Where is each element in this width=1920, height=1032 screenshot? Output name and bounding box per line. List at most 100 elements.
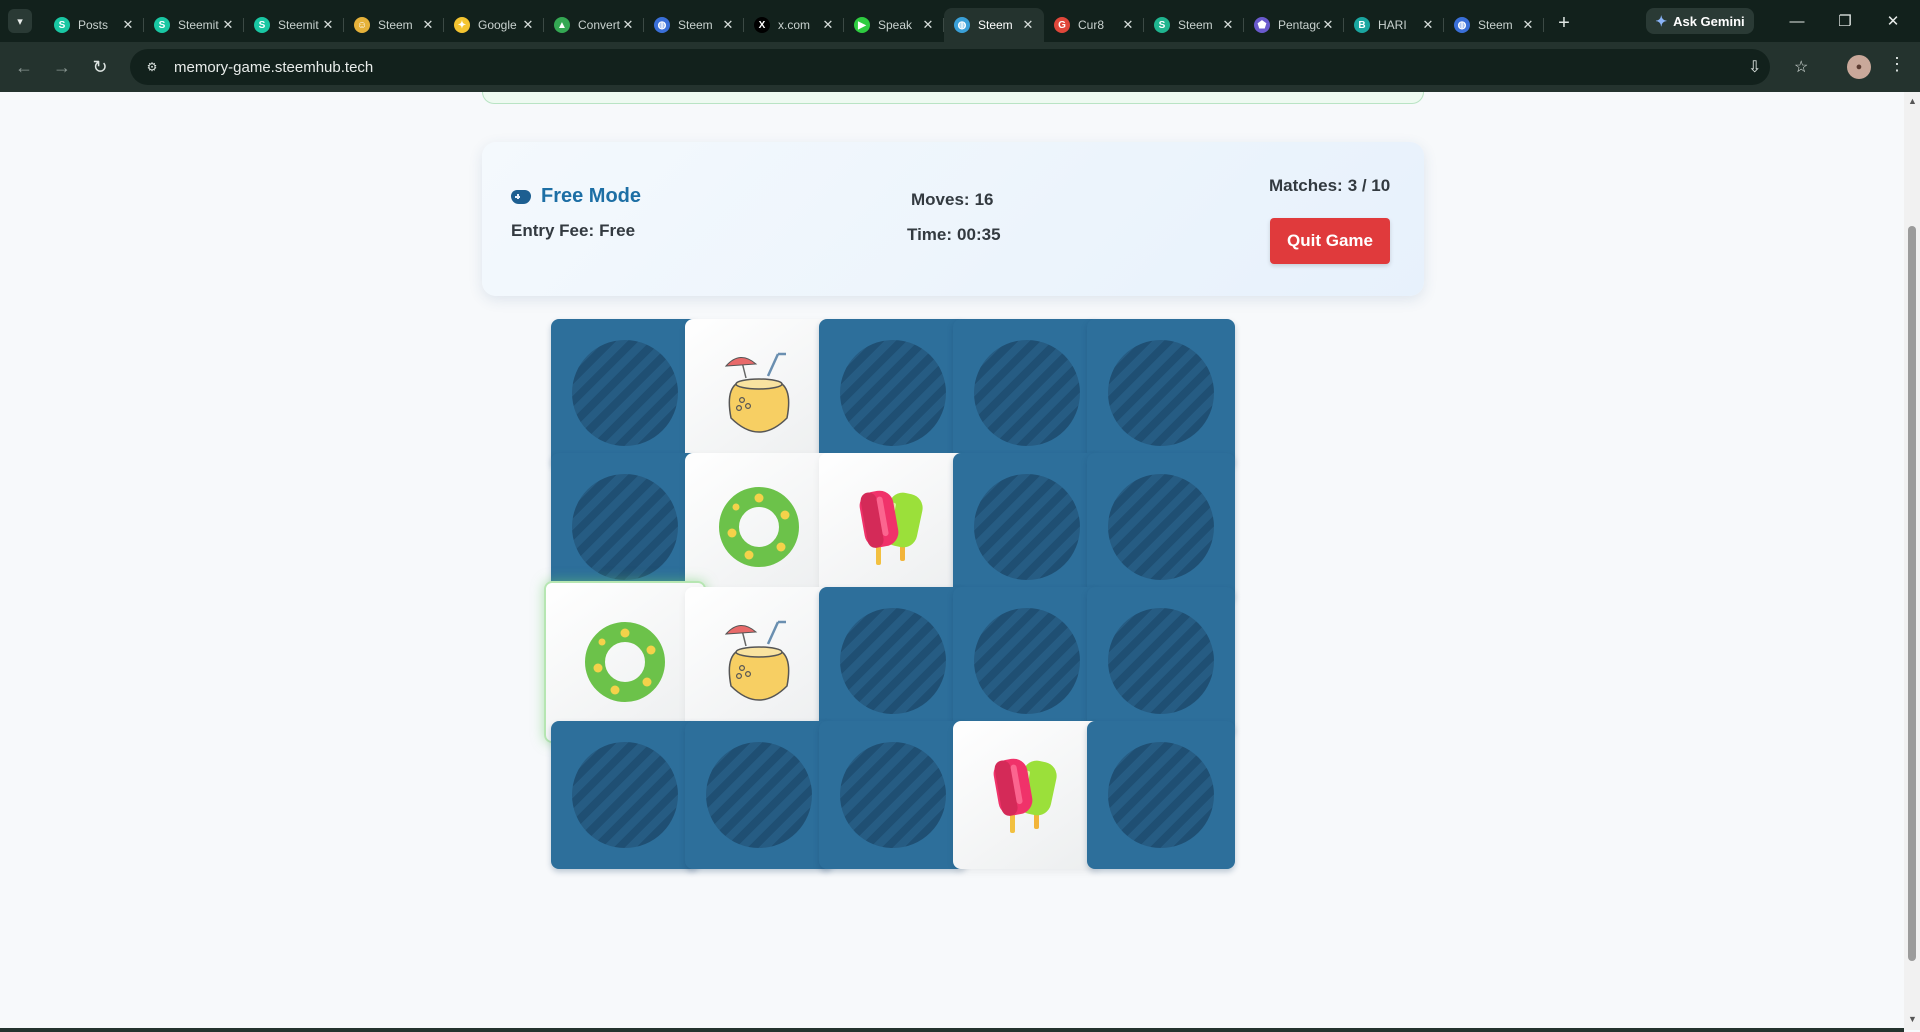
matches-label: Matches: — [1269, 176, 1343, 195]
browser-tab[interactable]: S Steemit ✕ — [144, 8, 244, 42]
card-popsicle[interactable] — [819, 453, 967, 601]
minimize-button[interactable]: — — [1774, 0, 1820, 42]
tab-strip: S Posts ✕ S Steemit ✕ S Steemit ✕ ☺ Steem ✕ ✦ Google ✕… — [44, 0, 1544, 42]
card-back-pattern — [974, 608, 1080, 714]
close-tab-icon[interactable]: ✕ — [1320, 17, 1336, 33]
restore-button[interactable]: ❐ — [1822, 0, 1868, 42]
ask-gemini-button[interactable]: ✦ Ask Gemini — [1646, 8, 1754, 34]
gamepad-icon — [511, 189, 531, 204]
card-face-down[interactable] — [551, 721, 699, 869]
close-tab-icon[interactable]: ✕ — [1120, 17, 1136, 33]
url-text[interactable]: memory-game.steemhub.tech — [174, 59, 373, 76]
browser-tab[interactable]: ⬟ Pentagon✕ — [1244, 8, 1344, 42]
scrollbar-thumb[interactable] — [1908, 226, 1916, 961]
close-tab-icon[interactable]: ✕ — [1020, 17, 1036, 33]
browser-tab[interactable]: G Cur8 ✕ — [1044, 8, 1144, 42]
new-tab-button[interactable]: + — [1550, 9, 1578, 37]
tab-title: Steemit — [178, 18, 219, 32]
browser-tab[interactable]: S Posts ✕ — [44, 8, 144, 42]
close-tab-icon[interactable]: ✕ — [520, 17, 536, 33]
time-value: 00:35 — [957, 225, 1001, 244]
entry-fee-label: Entry Fee: — [511, 221, 595, 240]
address-bar[interactable]: ⚙ memory-game.steemhub.tech ⇩ — [130, 49, 1770, 85]
card-back-pattern — [1108, 474, 1214, 580]
card-face-down[interactable] — [819, 319, 967, 467]
card-swim-ring[interactable] — [544, 581, 706, 743]
browser-tab[interactable]: ☺ Steem ✕ — [344, 8, 444, 42]
browser-tab[interactable]: ▲ Converter✕ — [544, 8, 644, 42]
card-face-down[interactable] — [819, 721, 967, 869]
card-face-down[interactable] — [1087, 721, 1235, 869]
card-face-down[interactable] — [953, 319, 1101, 467]
gemini-sparkle-icon: ✦ — [1655, 12, 1668, 29]
card-face-down[interactable] — [1087, 587, 1235, 735]
card-coconut-drink[interactable] — [685, 587, 833, 735]
browser-tab[interactable]: ✦ Google ✕ — [444, 8, 544, 42]
tab-search-button[interactable]: ▾ — [8, 9, 32, 33]
close-tab-icon[interactable]: ✕ — [620, 17, 636, 33]
steem-s-icon: S — [1154, 17, 1170, 33]
game-mode-label: Free Mode — [541, 185, 642, 207]
card-popsicle[interactable] — [953, 721, 1101, 869]
pentagon-icon: ⬟ — [1254, 17, 1270, 33]
close-tab-icon[interactable]: ✕ — [320, 17, 336, 33]
card-back-pattern — [840, 608, 946, 714]
browser-toolbar: ← → ↻ ⚙ memory-game.steemhub.tech ⇩ ☆ ● … — [0, 42, 1920, 92]
browser-tab[interactable]: S Steem ✕ — [1144, 8, 1244, 42]
close-tab-icon[interactable]: ✕ — [220, 17, 236, 33]
close-window-button[interactable]: ✕ — [1870, 0, 1916, 42]
page-scrollbar[interactable]: ▲ ▼ — [1904, 92, 1920, 1030]
tab-title: Google — [478, 18, 517, 32]
tab-title: Converter — [578, 18, 620, 32]
game-mode: Free Mode — [511, 185, 641, 208]
quit-game-button[interactable]: Quit Game — [1270, 218, 1390, 264]
browser-tab[interactable]: ◍ Steem ✕ — [644, 8, 744, 42]
card-face-down[interactable] — [1087, 453, 1235, 601]
close-tab-icon[interactable]: ✕ — [920, 17, 936, 33]
card-board — [544, 319, 1355, 968]
card-back-pattern — [840, 340, 946, 446]
card-face-down[interactable] — [551, 319, 699, 467]
browser-tab[interactable]: ▶ Speak ✕ — [844, 8, 944, 42]
card-face-down[interactable] — [953, 453, 1101, 601]
card-back-pattern — [572, 474, 678, 580]
scroll-down-arrow-icon[interactable]: ▼ — [1908, 1014, 1917, 1024]
matches-counter: Matches: 3 / 10 — [1269, 176, 1390, 196]
globe-icon: ◍ — [1454, 17, 1470, 33]
card-face-down[interactable] — [551, 453, 699, 601]
install-app-icon[interactable]: ⇩ — [1748, 57, 1761, 77]
site-settings-icon[interactable]: ⚙ — [142, 57, 162, 77]
card-face-down[interactable] — [1087, 319, 1235, 467]
reload-icon[interactable]: ↻ — [84, 51, 116, 83]
close-tab-icon[interactable]: ✕ — [420, 17, 436, 33]
card-swim-ring[interactable] — [685, 453, 833, 601]
bookmark-star-icon[interactable]: ☆ — [1794, 57, 1808, 77]
close-tab-icon[interactable]: ✕ — [1220, 17, 1236, 33]
tab-title: Steem — [1478, 18, 1513, 32]
browser-tab[interactable]: Xx.com ✕ — [744, 8, 844, 42]
time-label: Time: — [907, 225, 953, 244]
back-arrow-icon[interactable]: ← — [8, 51, 40, 83]
tab-title: Speak — [878, 18, 913, 32]
close-tab-icon[interactable]: ✕ — [820, 17, 836, 33]
card-face-down[interactable] — [819, 587, 967, 735]
close-tab-icon[interactable]: ✕ — [1420, 17, 1436, 33]
profile-avatar[interactable]: ● — [1847, 55, 1871, 79]
card-coconut-drink[interactable] — [685, 319, 833, 467]
forward-arrow-icon[interactable]: → — [46, 51, 78, 83]
card-back-pattern — [572, 742, 678, 848]
card-face-down[interactable] — [685, 721, 833, 869]
close-tab-icon[interactable]: ✕ — [720, 17, 736, 33]
card-face-down[interactable] — [953, 587, 1101, 735]
browser-tab[interactable]: ◍ Steem ✕ — [1444, 8, 1544, 42]
browser-menu-icon[interactable]: ⋮ — [1888, 54, 1906, 75]
scroll-up-arrow-icon[interactable]: ▲ — [1908, 96, 1917, 106]
entry-fee-value: Free — [599, 221, 636, 240]
browser-tab[interactable]: B HARI ✕ — [1344, 8, 1444, 42]
browser-tab[interactable]: ◍ Steem ✕ — [944, 8, 1044, 42]
browser-tab[interactable]: S Steemit ✕ — [244, 8, 344, 42]
close-tab-icon[interactable]: ✕ — [120, 17, 136, 33]
card-back-pattern — [840, 742, 946, 848]
close-tab-icon[interactable]: ✕ — [1520, 17, 1536, 33]
moves-label: Moves: — [911, 190, 970, 209]
